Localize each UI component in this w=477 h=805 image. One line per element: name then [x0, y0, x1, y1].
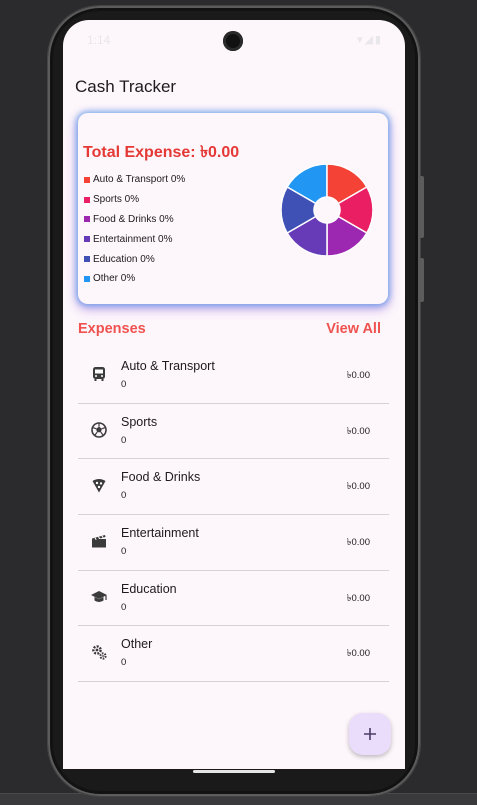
legend-swatch [84, 216, 90, 223]
chart-legend: Auto & Transport 0% Sports 0% Food & Drink… [84, 170, 185, 289]
expense-amount: ৳0.00 [346, 370, 370, 381]
expense-count: 0 [121, 379, 127, 390]
expense-count: 0 [121, 546, 127, 558]
legend-swatch [84, 256, 90, 263]
phone-frame: 1:14 ▾◢▮ Cash Tracker Total Expense: ৳0.… [48, 6, 424, 796]
expense-amount: ৳0.00 [346, 648, 370, 660]
expense-list: Auto & Transport 0 ৳0.00 Sports 0 ৳0.00 Food &… [78, 348, 389, 683]
expense-amount: ৳0.00 [346, 481, 370, 493]
legend-item: Entertainment 0% [84, 229, 185, 249]
expense-row[interactable]: Entertainment 0 ৳0.00 [78, 515, 389, 571]
expense-pie-chart [281, 164, 373, 256]
bus-icon [93, 367, 105, 381]
expense-count: 0 [121, 601, 127, 613]
expense-name: Other [121, 637, 153, 652]
add-expense-button[interactable] [349, 713, 391, 755]
expense-count: 0 [121, 657, 127, 669]
expense-name: Food & Drinks [121, 470, 201, 485]
home-indicator[interactable] [193, 770, 275, 773]
expenses-title: Expenses [78, 321, 146, 337]
expense-name: Education [121, 581, 177, 596]
power-button [419, 258, 424, 302]
status-time: 1:14 [87, 33, 111, 47]
app-screen: 1:14 ▾◢▮ Cash Tracker Total Expense: ৳0.… [63, 20, 405, 769]
clapperboard-icon [92, 535, 106, 548]
expense-name: Sports [121, 414, 158, 429]
legend-label: Entertainment 0% [93, 233, 173, 245]
legend-label: Education 0% [93, 253, 155, 265]
expense-row[interactable]: Auto & Transport 0 ৳0.00 [78, 348, 389, 404]
legend-item: Sports 0% [84, 190, 185, 210]
legend-item: Other 0% [84, 269, 185, 289]
legend-swatch [84, 275, 90, 282]
legend-swatch [84, 236, 90, 243]
legend-label: Sports 0% [93, 194, 140, 206]
app-title: Cash Tracker [75, 77, 177, 96]
legend-swatch [84, 196, 90, 203]
expense-row[interactable]: Food & Drinks 0 ৳0.00 [78, 459, 389, 516]
legend-label: Other 0% [93, 273, 136, 285]
expense-amount: ৳0.00 [346, 537, 370, 549]
legend-item: Food & Drinks 0% [84, 210, 185, 230]
graduation-cap-icon [91, 590, 107, 602]
expense-row[interactable]: Education 0 ৳0.00 [78, 571, 389, 627]
pizza-icon [92, 479, 106, 493]
legend-label: Auto & Transport 0% [93, 174, 186, 186]
expense-amount: ৳0.00 [346, 425, 370, 437]
view-all-button[interactable]: View All [326, 321, 381, 337]
plus-icon [364, 728, 376, 740]
expense-count: 0 [121, 490, 127, 502]
volume-button [419, 176, 424, 238]
total-expense: Total Expense: ৳0.00 [83, 144, 240, 161]
expense-row[interactable]: Sports 0 ৳0.00 [78, 404, 389, 460]
legend-item: Education 0% [84, 249, 185, 269]
legend-swatch [84, 176, 90, 183]
expense-amount: ৳0.00 [346, 592, 370, 604]
gears-icon [92, 645, 107, 661]
expense-name: Auto & Transport [121, 359, 215, 373]
expense-count: 0 [121, 434, 127, 446]
soccer-ball-icon [91, 421, 107, 438]
expense-name: Entertainment [121, 526, 199, 541]
camera-cutout [223, 31, 243, 51]
summary-card: Total Expense: ৳0.00 Auto & Transport 0%… [78, 113, 388, 304]
expense-row[interactable]: Other 0 ৳0.00 [78, 626, 389, 683]
legend-item: Auto & Transport 0% [84, 170, 185, 190]
legend-label: Food & Drinks 0% [93, 213, 174, 225]
status-icons: ▾◢▮ [356, 34, 383, 46]
